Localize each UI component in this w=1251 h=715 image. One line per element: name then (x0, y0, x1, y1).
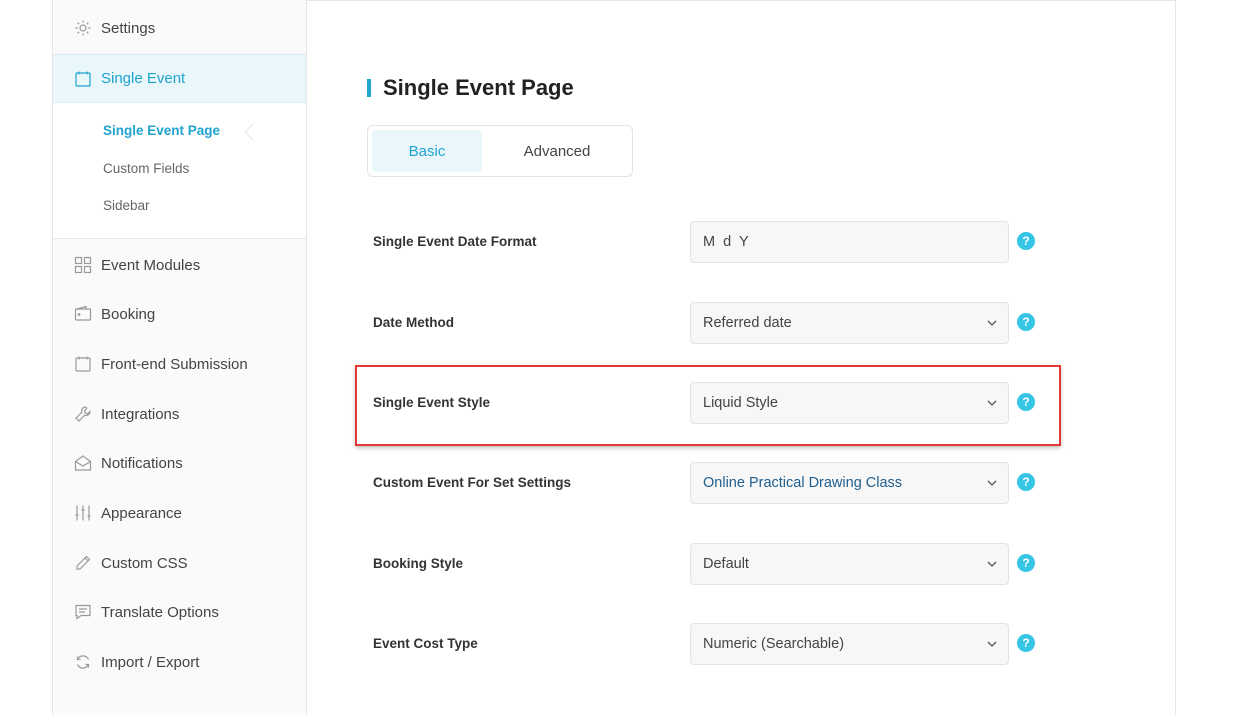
sidebar-item-label: Translate Options (101, 603, 219, 621)
sidebar-item-single-event[interactable]: Single Event (53, 54, 306, 103)
chevron-down-icon (987, 641, 997, 647)
help-icon[interactable]: ? (1017, 232, 1035, 250)
pencil-icon (73, 553, 93, 573)
booking-style-label: Booking Style (373, 556, 464, 571)
settings-tabs: Basic Advanced (367, 125, 633, 177)
highlight-box (355, 365, 1061, 446)
message-icon (73, 602, 93, 622)
submenu-item-sidebar[interactable]: Sidebar (103, 198, 150, 213)
sliders-icon (73, 503, 93, 523)
date-format-value: M d Y (703, 234, 751, 250)
sidebar-item-label: Settings (101, 19, 156, 37)
sidebar-item-label: Integrations (101, 405, 180, 423)
custom-event-value: Online Practical Drawing Class (703, 475, 903, 491)
custom-event-label: Custom Event For Set Settings (373, 475, 572, 490)
sidebar-item-integrations[interactable]: Integrations (53, 390, 306, 438)
sidebar-item-custom-css[interactable]: Custom CSS (53, 539, 306, 587)
sidebar-item-label: Import / Export (101, 653, 200, 671)
event-cost-type-select[interactable]: Numeric (Searchable) (690, 623, 1009, 665)
sidebar-item-label: Appearance (101, 504, 182, 522)
sidebar-item-label: Notifications (101, 454, 183, 472)
page-title: Single Event Page (367, 74, 574, 102)
date-method-select[interactable]: Referred date (690, 302, 1009, 344)
wallet-icon (73, 304, 93, 324)
sidebar-item-appearance[interactable]: Appearance (53, 489, 306, 537)
custom-event-select[interactable]: Online Practical Drawing Class (690, 462, 1009, 504)
date-format-label: Single Event Date Format (373, 234, 537, 249)
sidebar-item-translate-options[interactable]: Translate Options (53, 588, 306, 636)
date-method-label: Date Method (373, 315, 454, 330)
help-icon[interactable]: ? (1017, 313, 1035, 331)
title-accent-bar (367, 79, 371, 97)
tab-basic[interactable]: Basic (372, 130, 482, 172)
calendar-icon (73, 354, 93, 374)
submenu-item-single-event-page[interactable]: Single Event Page (103, 123, 220, 138)
page-title-text: Single Event Page (383, 75, 574, 100)
sidebar-item-notifications[interactable]: Notifications (53, 439, 306, 487)
sidebar-item-label: Front-end Submission (101, 355, 248, 373)
sidebar-item-label: Booking (101, 305, 156, 323)
wrench-icon (73, 404, 93, 424)
date-method-value: Referred date (703, 315, 792, 331)
booking-style-select[interactable]: Default (690, 543, 1009, 585)
sidebar-item-import-export[interactable]: Import / Export (53, 638, 306, 686)
help-icon[interactable]: ? (1017, 634, 1035, 652)
submenu-item-custom-fields[interactable]: Custom Fields (103, 161, 189, 176)
gear-icon (73, 18, 93, 38)
chevron-down-icon (987, 480, 997, 486)
envelope-icon (73, 453, 93, 473)
sidebar: Settings Single Event Single Event Page … (53, 0, 307, 715)
sidebar-item-label: Single Event (101, 70, 186, 87)
single-event-submenu: Single Event Page Custom Fields Sidebar (53, 103, 306, 239)
sidebar-item-event-modules[interactable]: Event Modules (53, 241, 306, 289)
event-cost-type-label: Event Cost Type (373, 636, 478, 651)
event-cost-type-value: Numeric (Searchable) (703, 636, 845, 652)
date-format-input[interactable]: M d Y (690, 221, 1009, 263)
calendar-icon (73, 69, 93, 89)
top-divider (307, 0, 1175, 2)
sidebar-item-settings[interactable]: Settings (53, 4, 306, 52)
sidebar-item-front-end-submission[interactable]: Front-end Submission (53, 340, 306, 388)
help-icon[interactable]: ? (1017, 473, 1035, 491)
sidebar-item-booking[interactable]: Booking (53, 290, 306, 338)
booking-style-value: Default (703, 556, 749, 572)
sidebar-item-label: Event Modules (101, 256, 201, 274)
tab-advanced[interactable]: Advanced (492, 130, 622, 172)
sidebar-item-label: Custom CSS (101, 554, 188, 572)
grid-icon (73, 255, 93, 275)
chevron-down-icon (987, 561, 997, 567)
help-icon[interactable]: ? (1017, 554, 1035, 572)
chevron-down-icon (987, 320, 997, 326)
refresh-icon (73, 652, 93, 672)
